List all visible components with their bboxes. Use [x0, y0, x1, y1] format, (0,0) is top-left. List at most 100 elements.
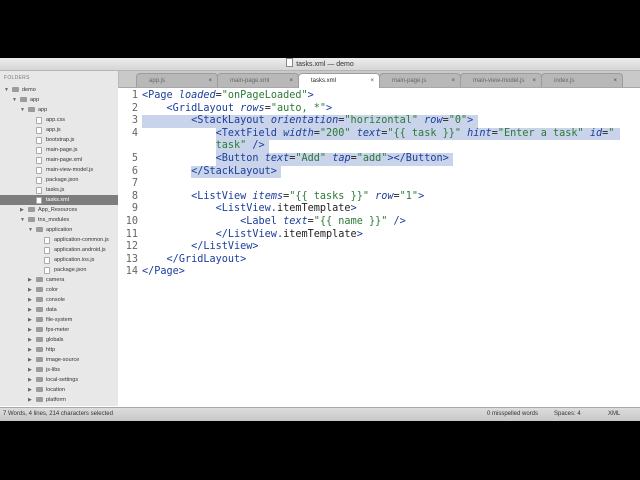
file-icon — [44, 247, 50, 254]
code-line[interactable]: <Label text="{{ name }}" /> — [142, 216, 406, 227]
code-line[interactable]: <Button text="Add" tap="add"></Button> — [142, 153, 449, 164]
tree-folder[interactable]: ▶ globals — [0, 335, 118, 345]
tree-folder[interactable]: ▶ data — [0, 305, 118, 315]
line-number: 4 — [131, 127, 138, 139]
tree-folder[interactable]: ▶ image-source — [0, 355, 118, 365]
disclosure-open-icon[interactable]: ▼ — [12, 95, 17, 105]
disclosure-closed-icon[interactable]: ▶ — [28, 365, 32, 375]
code-token: id — [589, 127, 603, 139]
disclosure-closed-icon[interactable]: ▶ — [28, 335, 32, 345]
disclosure-open-icon[interactable]: ▼ — [28, 225, 33, 235]
tree-folder[interactable]: ▼ app — [0, 105, 118, 115]
tree-item-label: tasks.js — [46, 187, 65, 193]
tree-folder[interactable]: ▶ js-libs — [0, 365, 118, 375]
tree-folder[interactable]: ▶ color — [0, 285, 118, 295]
tree-item-label: app.css — [46, 117, 65, 123]
disclosure-closed-icon[interactable]: ▶ — [20, 205, 24, 215]
close-tab-icon[interactable]: × — [208, 74, 212, 87]
disclosure-closed-icon[interactable]: ▶ — [28, 395, 32, 405]
disclosure-open-icon[interactable]: ▼ — [4, 85, 9, 95]
code-token: > — [307, 90, 314, 101]
tab-tasks-xml[interactable]: tasks.xml × — [298, 73, 380, 88]
code-token: <Label — [240, 216, 284, 227]
disclosure-closed-icon[interactable]: ▶ — [28, 325, 32, 335]
close-tab-icon[interactable]: × — [532, 74, 536, 87]
code-line[interactable]: <Page loaded="onPageLoaded"> — [142, 90, 314, 101]
code-line[interactable]: <StackLayout orientation="horizontal" ro… — [142, 115, 473, 126]
code-editor[interactable]: 1 <Page loaded="onPageLoaded"> 2 <GridLayo… — [118, 88, 640, 406]
tab-label: app.js — [149, 78, 166, 84]
tab-main-page-js[interactable]: main-page.js × — [379, 73, 461, 87]
file-icon — [36, 157, 42, 164]
tree-file[interactable]: tasks.js — [0, 185, 118, 195]
disclosure-closed-icon[interactable]: ▶ — [28, 385, 32, 395]
tree-folder[interactable]: ▶ platform — [0, 395, 118, 405]
syntax-setting[interactable]: XML — [608, 408, 620, 421]
close-tab-icon[interactable]: × — [613, 74, 617, 87]
tree-folder[interactable]: ▶ console — [0, 295, 118, 305]
tree-file[interactable]: tasks.xml — [0, 195, 118, 205]
tree-folder[interactable]: ▶ App_Resources — [0, 205, 118, 215]
tree-file[interactable]: application.ios.js — [0, 255, 118, 265]
tree-item-label: App_Resources — [38, 207, 78, 213]
close-tab-icon[interactable]: × — [451, 74, 455, 87]
disclosure-closed-icon[interactable]: ▶ — [28, 305, 32, 315]
close-tab-icon[interactable]: × — [289, 74, 293, 87]
code-line[interactable]: task" /> — [142, 140, 265, 151]
disclosure-closed-icon[interactable]: ▶ — [28, 315, 32, 325]
tree-item-label: app — [30, 97, 40, 103]
tree-file[interactable]: main-view-model.js — [0, 165, 118, 175]
code-token: </GridLayout> — [166, 253, 247, 265]
code-line[interactable]: <ListView.itemTemplate> — [142, 203, 357, 214]
tree-folder[interactable]: ▶ text — [0, 405, 118, 406]
disclosure-closed-icon[interactable]: ▶ — [28, 275, 32, 285]
tree-file[interactable]: application-common.js — [0, 235, 118, 245]
disclosure-closed-icon[interactable]: ▶ — [28, 405, 32, 406]
code-line[interactable]: <ListView items="{{ tasks }}" row="1"> — [142, 191, 424, 202]
tab-main-view-model-js[interactable]: main-view-model.js × — [460, 73, 542, 87]
disclosure-closed-icon[interactable]: ▶ — [28, 375, 32, 385]
tree-item-label: main-page.xml — [46, 157, 83, 163]
tree-folder[interactable]: ▼ tns_modules — [0, 215, 118, 225]
tree-folder[interactable]: ▶ location — [0, 385, 118, 395]
tree-folder[interactable]: ▶ camera — [0, 275, 118, 285]
tree-folder[interactable]: ▼ demo — [0, 85, 118, 95]
tab-label: main-page.js — [392, 78, 427, 84]
tab-app-js[interactable]: app.js × — [136, 73, 218, 87]
tree-file[interactable]: application.android.js — [0, 245, 118, 255]
tree-folder[interactable]: ▶ http — [0, 345, 118, 355]
tree-folder[interactable]: ▶ local-settings — [0, 375, 118, 385]
disclosure-open-icon[interactable]: ▼ — [20, 105, 25, 115]
code-line[interactable]: </GridLayout> — [142, 253, 247, 265]
code-line[interactable]: <GridLayout rows="auto, *"> — [142, 103, 333, 114]
disclosure-closed-icon[interactable]: ▶ — [28, 355, 32, 365]
tree-file[interactable]: package.json — [0, 265, 118, 275]
close-tab-icon[interactable]: × — [370, 74, 374, 88]
tree-file[interactable]: app.css — [0, 115, 118, 125]
line-number: 3 — [131, 115, 138, 127]
tree-folder[interactable]: ▼ application — [0, 225, 118, 235]
code-line[interactable]: <TextField width="200" text="{{ task }}"… — [142, 127, 615, 139]
tree-file[interactable]: main-page.xml — [0, 155, 118, 165]
disclosure-closed-icon[interactable]: ▶ — [28, 295, 32, 305]
disclosure-closed-icon[interactable]: ▶ — [28, 285, 32, 295]
tree-item-label: color — [46, 287, 58, 293]
disclosure-closed-icon[interactable]: ▶ — [28, 345, 32, 355]
code-line[interactable]: </ListView> — [142, 241, 258, 252]
tree-folder[interactable]: ▶ fps-meter — [0, 325, 118, 335]
tree-file[interactable]: bootstrap.js — [0, 135, 118, 145]
code-line[interactable]: </Page> — [142, 266, 185, 277]
tab-index-js[interactable]: index.js × — [541, 73, 623, 87]
indent-setting[interactable]: Spaces: 4 — [554, 408, 581, 421]
tree-file[interactable]: package.json — [0, 175, 118, 185]
code-token: orientation — [270, 115, 339, 127]
code-line[interactable]: </StackLayout> — [142, 166, 277, 177]
tree-file[interactable]: app.js — [0, 125, 118, 135]
tab-main-page-xml[interactable]: main-page.xml × — [217, 73, 299, 87]
tree-file[interactable]: main-page.js — [0, 145, 118, 155]
tree-folder[interactable]: ▼ app — [0, 95, 118, 105]
code-line[interactable]: </ListView.itemTemplate> — [142, 229, 363, 240]
disclosure-open-icon[interactable]: ▼ — [20, 215, 25, 225]
tree-folder[interactable]: ▶ file-system — [0, 315, 118, 325]
code-token: "{{ name }}" — [313, 216, 388, 227]
